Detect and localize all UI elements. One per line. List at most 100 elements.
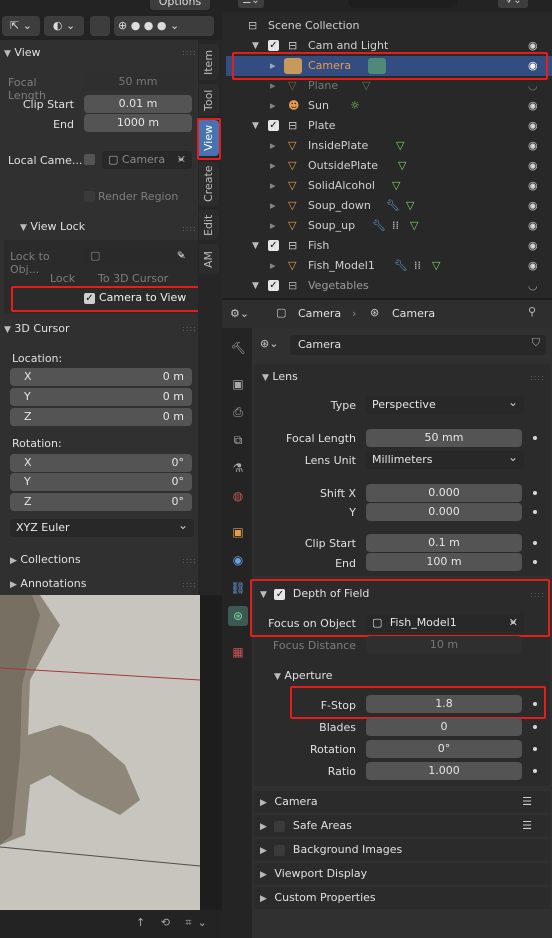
eyedropper-icon[interactable]: ✎ <box>177 247 186 265</box>
outliner-row-soup-down[interactable]: ▸ ▽ Soup_down 🔧︎ ▽ ◉ <box>226 196 552 216</box>
constraints-props-icon[interactable]: ⛓ <box>228 578 248 598</box>
keyframe-dot[interactable] <box>533 747 537 751</box>
object-props-icon[interactable]: ▣ <box>228 522 248 542</box>
keyframe-dot[interactable] <box>533 769 537 773</box>
tab-am[interactable]: AM <box>199 244 219 274</box>
cursor-rot-y[interactable]: Y 0° <box>10 473 192 491</box>
clear-icon[interactable]: ✕ <box>177 151 186 169</box>
outliner-row-fish-model1[interactable]: ▸ ▽ Fish_Model1 🔧︎ ⁞⁞ ▽ ◉ <box>226 256 552 276</box>
custom-properties-panel-header[interactable]: ▶ Custom Properties <box>254 887 550 909</box>
fake-user-shield-icon[interactable]: ⛉ <box>532 336 540 350</box>
outliner-row-plane[interactable]: ▸ ▽ Plane ▽ ◡ <box>226 76 552 96</box>
clip-start-field[interactable]: 0.1 m <box>366 534 522 552</box>
shift-x-field[interactable]: 0.000 <box>366 484 522 502</box>
shift-y-field[interactable]: 0.000 <box>366 503 522 521</box>
background-images-checkbox[interactable] <box>274 844 286 856</box>
view-layer-icon[interactable]: ⧉ <box>228 430 248 450</box>
include-checkbox[interactable]: ✓ <box>268 240 279 251</box>
local-camera-field[interactable]: ▢ Camera ✕ <box>102 148 192 169</box>
header-object-name[interactable]: Camera <box>298 307 341 320</box>
cursor-loc-z[interactable]: Z0 m <box>10 408 192 426</box>
outliner-row-scene-collection[interactable]: ⊟ Scene Collection <box>226 16 552 36</box>
world-props-icon[interactable]: ◍ <box>228 486 248 506</box>
presets-list-icon[interactable]: ☰ <box>522 791 532 813</box>
texture-props-icon[interactable]: ▦ <box>228 642 248 662</box>
local-camera-checkbox[interactable] <box>84 154 95 165</box>
include-checkbox[interactable]: ✓ <box>268 40 279 51</box>
clip-end-field[interactable]: 1000 m <box>84 114 192 132</box>
visibility-eye-closed-icon[interactable]: ◡ <box>528 276 538 296</box>
tab-edit[interactable]: Edit <box>199 210 219 240</box>
clip-start-field[interactable]: 0.01 m <box>84 95 192 113</box>
outliner-row-solidalcohol[interactable]: ▸ ▽ SolidAlcohol ▽ ◉ <box>226 176 552 196</box>
scene-props-icon[interactable]: ⚗ <box>228 458 248 478</box>
presets-list-icon[interactable]: ☰ <box>522 815 532 837</box>
visibility-eye-icon[interactable]: ◉ <box>528 176 538 196</box>
keyframe-dot[interactable] <box>533 436 537 440</box>
overlay-toggle[interactable]: ◐ ⌄ <box>44 16 84 36</box>
annotations-header[interactable]: ▶ Annotations <box>10 577 86 590</box>
cursor-rot-x[interactable]: X 0° <box>10 454 192 472</box>
nav-gizmo-buttons[interactable]: ↑ ⟲ ⌗⌄ <box>136 916 216 936</box>
visibility-eye-icon[interactable]: ◉ <box>528 96 538 116</box>
viewport-display-panel-header[interactable]: ▶ Viewport Display <box>254 863 550 885</box>
clear-icon[interactable]: ✕ <box>509 614 518 632</box>
drag-grip[interactable]: :::: <box>182 224 197 233</box>
blades-field[interactable]: 0 <box>366 718 522 736</box>
visibility-eye-icon[interactable]: ◉ <box>528 136 538 156</box>
datablock-name-field[interactable]: Camera ⛉ <box>290 335 546 355</box>
outliner-row-outsideplate[interactable]: ▸ ▽ OutsidePlate ▽ ◉ <box>226 156 552 176</box>
type-dropdown[interactable]: Perspective <box>366 393 524 414</box>
keyframe-dot[interactable] <box>533 560 537 564</box>
drag-grip[interactable]: :::: <box>182 556 197 565</box>
render-props-icon[interactable]: ▣ <box>228 374 248 394</box>
outliner-row-plate[interactable]: ▼ ✓ ⊟ Plate ◉ <box>226 116 552 136</box>
viewport-canvas[interactable] <box>0 595 200 910</box>
camera-data-props-icon[interactable]: ⊛ <box>228 606 248 626</box>
keyframe-dot[interactable] <box>533 725 537 729</box>
lens-unit-dropdown[interactable]: Millimeters <box>366 448 524 469</box>
tab-tool[interactable]: Tool <box>199 84 219 116</box>
outliner-display-mode[interactable]: ☰⌄ <box>238 0 264 8</box>
shading-buttons[interactable]: ⊕ ● ● ● ⌄ <box>114 16 214 36</box>
drag-grip[interactable]: :::: <box>182 324 197 333</box>
keyframe-dot[interactable] <box>533 491 537 495</box>
rotation-mode-dropdown[interactable]: XYZ Euler <box>10 516 194 537</box>
collections-header[interactable]: ▶ Collections <box>10 553 81 566</box>
view-section-header[interactable]: ▼ View <box>4 42 198 64</box>
visibility-eye-icon[interactable]: ◉ <box>528 196 538 216</box>
header-data-name[interactable]: Camera <box>392 307 435 320</box>
tool-settings-icon[interactable]: 🔨︎ <box>228 338 248 358</box>
viewport-mode-button[interactable]: ⇱ ⌄ <box>2 16 40 36</box>
cursor-section-header[interactable]: ▼ 3D Cursor <box>4 318 198 340</box>
aperture-rotation-field[interactable]: 0° <box>366 740 522 758</box>
cursor-loc-y[interactable]: Y0 m <box>10 388 192 406</box>
tab-item[interactable]: Item <box>199 44 219 80</box>
cursor-rot-z[interactable]: Z 0° <box>10 493 192 511</box>
keyframe-dot[interactable] <box>533 510 537 514</box>
pin-icon[interactable]: ⚲ <box>528 305 536 318</box>
drag-grip[interactable]: :::: <box>182 48 197 57</box>
drag-grip[interactable]: :::: <box>182 580 197 589</box>
outliner-row-vegetables[interactable]: ▼ ✓ ⊟ Vegetables ◡ <box>226 276 552 296</box>
safe-areas-panel-header[interactable]: ▶ Safe Areas ☰ <box>254 815 550 837</box>
editor-type-button[interactable]: ⚙︎⌄ <box>230 305 260 323</box>
options-button[interactable]: Options <box>150 0 210 10</box>
keyframe-dot[interactable] <box>533 541 537 545</box>
aperture-header[interactable]: ▼ Aperture <box>274 669 333 682</box>
visibility-eye-icon[interactable]: ◉ <box>528 256 538 276</box>
visibility-eye-closed-icon[interactable]: ◡ <box>528 76 538 96</box>
ratio-field[interactable]: 1.000 <box>366 762 522 780</box>
include-checkbox[interactable]: ✓ <box>268 280 279 291</box>
datablock-type-icon[interactable]: ⊛⌄ <box>260 337 278 350</box>
outliner-search[interactable] <box>348 0 458 8</box>
tab-create[interactable]: Create <box>199 162 219 206</box>
focal-length-field[interactable]: 50 mm <box>366 429 522 447</box>
visibility-eye-icon[interactable]: ◉ <box>528 216 538 236</box>
focus-object-field[interactable]: ▢ Fish_Model1 ✕ <box>366 611 524 632</box>
outliner-row-fish[interactable]: ▼ ✓ ⊟ Fish ◉ <box>226 236 552 256</box>
render-region-checkbox[interactable] <box>84 191 95 202</box>
visibility-eye-icon[interactable]: ◉ <box>528 116 538 136</box>
include-checkbox[interactable]: ✓ <box>268 120 279 131</box>
camera-panel-header[interactable]: ▶ Camera ☰ <box>254 791 550 813</box>
